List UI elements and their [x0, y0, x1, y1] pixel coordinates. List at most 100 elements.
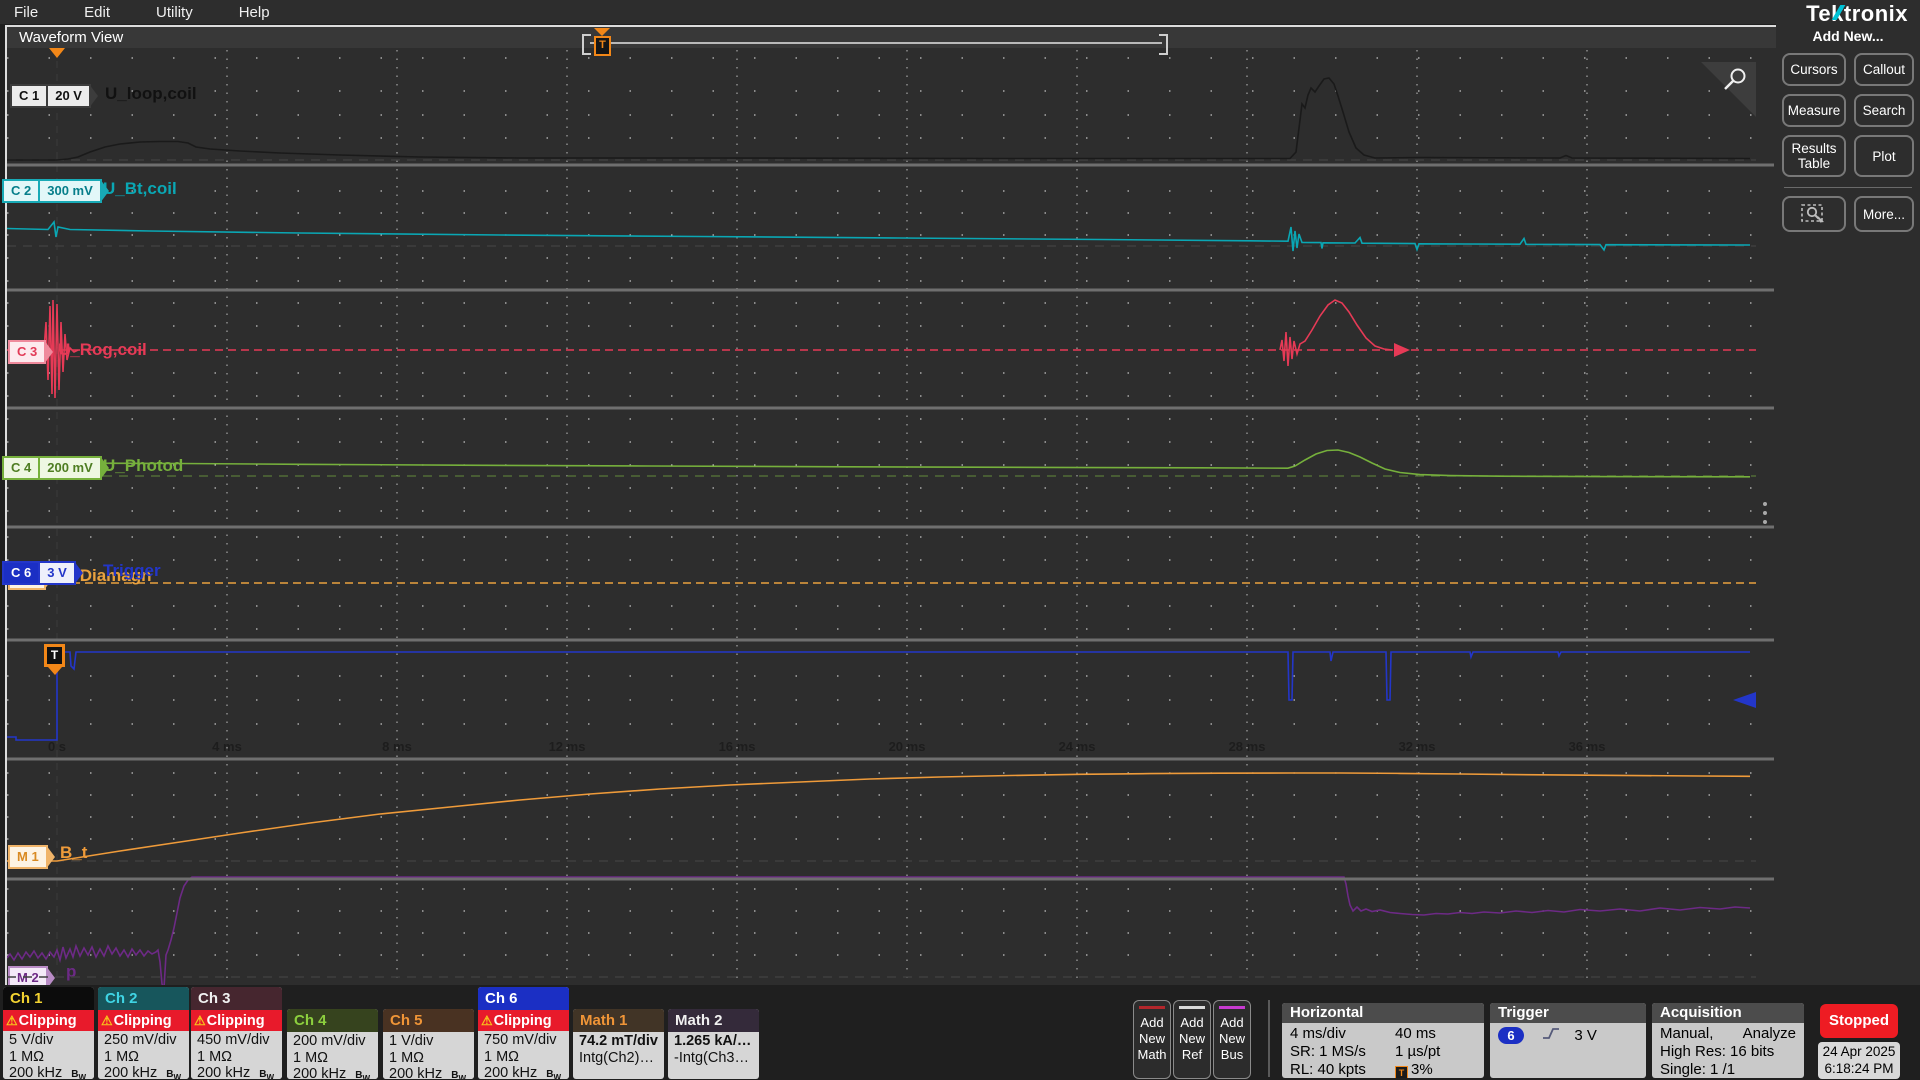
channel-badge-ch6[interactable]: C 63 V — [2, 561, 76, 585]
trigger-position-percent: 3% — [1411, 1061, 1433, 1078]
clipping-warning: ⚠Clipping — [478, 1010, 569, 1031]
time-axis-label: 8 ms — [382, 739, 412, 754]
channel-label-ch6[interactable]: Trigger — [103, 561, 161, 581]
badge-row: 200 kHzBW — [9, 1065, 94, 1079]
badge-row: 1 MΩ — [484, 1049, 569, 1066]
bandwidth-limit-icon: BW — [355, 1068, 370, 1079]
badge-row: 200 kHzBW — [484, 1065, 569, 1079]
channel-label-ch4[interactable]: U_Photod — [103, 456, 183, 476]
channel-badge-ch1[interactable]: C 120 V — [10, 84, 91, 108]
channel-settings-badge-math2[interactable]: Math 21.265 kA/…-Intg(Ch3… — [668, 1009, 759, 1079]
acq-analyze: Analyze — [1743, 1025, 1796, 1043]
bus-color-bar — [1219, 1006, 1245, 1009]
clipping-warning: ⚠Clipping — [3, 1010, 94, 1031]
badge-header: Ch 5 — [383, 1009, 474, 1032]
add-new-ref-button[interactable]: Add New Ref — [1173, 1000, 1211, 1079]
math-label-m2[interactable]: p — [66, 962, 76, 982]
menu-file[interactable]: File — [14, 2, 38, 23]
badge-header: Math 2 — [668, 1009, 759, 1032]
menu-utility[interactable]: Utility — [156, 2, 193, 23]
date-value: 24 Apr 2025 — [1818, 1043, 1900, 1060]
badge-row: 750 mV/div — [484, 1032, 569, 1049]
badge-row: 250 mV/div — [104, 1032, 189, 1049]
overview-trigger-icon[interactable]: T — [594, 36, 611, 56]
sidebar-divider — [1784, 187, 1912, 188]
time-axis-label: 32 ms — [1399, 739, 1436, 754]
add-new-bus-button[interactable]: Add New Bus — [1213, 1000, 1251, 1079]
channel-label-ch2[interactable]: U_Bt,coil — [103, 179, 177, 199]
callout-button[interactable]: Callout — [1854, 53, 1914, 86]
warning-icon: ⚠ — [6, 1013, 18, 1028]
add-new-header: Add New... — [1776, 24, 1920, 44]
measure-button[interactable]: Measure — [1782, 94, 1846, 127]
overview-left-bracket[interactable] — [582, 34, 591, 55]
menu-help[interactable]: Help — [239, 2, 270, 23]
add-new-sidebar: Add New... Cursors Callout Measure Searc… — [1776, 24, 1920, 986]
time-axis-label: 36 ms — [1569, 739, 1606, 754]
run-stop-button[interactable]: Stopped — [1820, 1004, 1898, 1038]
acq-resolution: High Res: 16 bits — [1660, 1043, 1796, 1061]
panel-grip-dot[interactable] — [1763, 502, 1767, 506]
add-new-math-button[interactable]: Add New Math — [1133, 1000, 1171, 1079]
panel-grip-dot[interactable] — [1763, 520, 1767, 524]
channel-settings-badge-ch2[interactable]: Ch 2⚠Clipping250 mV/div1 MΩ200 kHzBW — [98, 987, 189, 1079]
badge-row: -Intg(Ch3… — [674, 1050, 759, 1067]
time-axis-label: 0 s — [48, 739, 66, 754]
badge-row: 1.265 kA/… — [674, 1033, 759, 1050]
channel-badge-ch2[interactable]: C 2300 mV — [2, 179, 102, 203]
channel-badge-ch3[interactable]: C 3 — [8, 340, 46, 364]
badge-row: 5 V/div — [9, 1032, 94, 1049]
badge-row: 1 MΩ — [389, 1050, 474, 1067]
waveform-window — [5, 25, 1776, 988]
channel-settings-badge-ch5[interactable]: Ch 51 V/div1 MΩ200 kHzBW — [383, 1009, 474, 1079]
trigger-level-value: 3 V — [1574, 1027, 1597, 1044]
panel-grip-dot[interactable] — [1763, 511, 1767, 515]
horizontal-panel[interactable]: Horizontal 4 ms/div40 ms SR: 1 MS/s1 µs/… — [1282, 1003, 1484, 1078]
channel-label-ch1[interactable]: U_loop,coil — [105, 84, 197, 104]
badge-row: 200 mV/div — [293, 1033, 378, 1050]
clipping-warning: ⚠Clipping — [191, 1010, 282, 1031]
more-button[interactable]: More... — [1854, 196, 1914, 232]
channel-label-ch3[interactable]: U_Rog,coil — [58, 340, 147, 360]
trigger-position-triangle-icon[interactable] — [49, 48, 65, 58]
trigger-source-marker[interactable]: T — [44, 644, 65, 667]
trigger-panel-title: Trigger — [1490, 1003, 1646, 1023]
math-badge-m1[interactable]: M 1 — [8, 845, 48, 869]
plot-button[interactable]: Plot — [1854, 135, 1914, 177]
overview-right-bracket[interactable] — [1159, 34, 1168, 55]
channel-badge-ch4[interactable]: C 4200 mV — [2, 456, 102, 480]
trigger-source-pill: 6 — [1498, 1027, 1524, 1044]
overview-track[interactable] — [590, 42, 1162, 44]
trigger-panel[interactable]: Trigger 6 3 V — [1490, 1003, 1646, 1078]
channel-settings-badge-math1[interactable]: Math 174.2 mT/divIntg(Ch2)… — [573, 1009, 664, 1079]
trigger-mini-icon: T — [1395, 1066, 1408, 1078]
search-button[interactable]: Search — [1854, 94, 1914, 127]
badge-row: Intg(Ch2)… — [579, 1050, 664, 1067]
menu-edit[interactable]: Edit — [84, 2, 110, 23]
badge-row: 200 kHzBW — [104, 1065, 189, 1079]
bandwidth-limit-icon: BW — [259, 1067, 274, 1079]
horizontal-panel-title: Horizontal — [1282, 1003, 1484, 1023]
channel-settings-badge-ch6[interactable]: Ch 6⚠Clipping750 mV/div1 MΩ200 kHzBW — [478, 987, 569, 1079]
acquisition-panel[interactable]: Acquisition Manual,Analyze High Res: 16 … — [1652, 1003, 1804, 1078]
cursors-button[interactable]: Cursors — [1782, 53, 1846, 86]
badge-row: 1 V/div — [389, 1033, 474, 1050]
warning-icon: ⚠ — [101, 1013, 113, 1028]
time-axis-label: 16 ms — [719, 739, 756, 754]
math-color-bar — [1139, 1006, 1165, 1009]
results-table-button[interactable]: Results Table — [1782, 135, 1846, 177]
badge-row: 1 MΩ — [104, 1049, 189, 1066]
math-label-m1[interactable]: B_t — [60, 843, 87, 863]
horizontal-overview-bar[interactable]: T — [582, 29, 1168, 53]
sample-resolution: 1 µs/pt — [1395, 1043, 1440, 1061]
channel-settings-badge-ch3[interactable]: Ch 3⚠Clipping450 mV/div1 MΩ200 kHzBW — [191, 987, 282, 1079]
time-axis-label: 24 ms — [1059, 739, 1096, 754]
badge-row: 200 kHzBW — [293, 1066, 378, 1079]
sample-rate: SR: 1 MS/s — [1290, 1043, 1395, 1061]
badge-header: Ch 6 — [478, 987, 569, 1010]
channel-settings-badge-ch1[interactable]: Ch 1⚠Clipping5 V/div1 MΩ200 kHzBW — [3, 987, 94, 1079]
warning-icon: ⚠ — [481, 1013, 493, 1028]
channel-settings-badge-ch4[interactable]: Ch 4200 mV/div1 MΩ200 kHzBW — [287, 1009, 378, 1079]
clipping-warning: ⚠Clipping — [98, 1010, 189, 1031]
zoom-select-button[interactable] — [1782, 196, 1846, 232]
